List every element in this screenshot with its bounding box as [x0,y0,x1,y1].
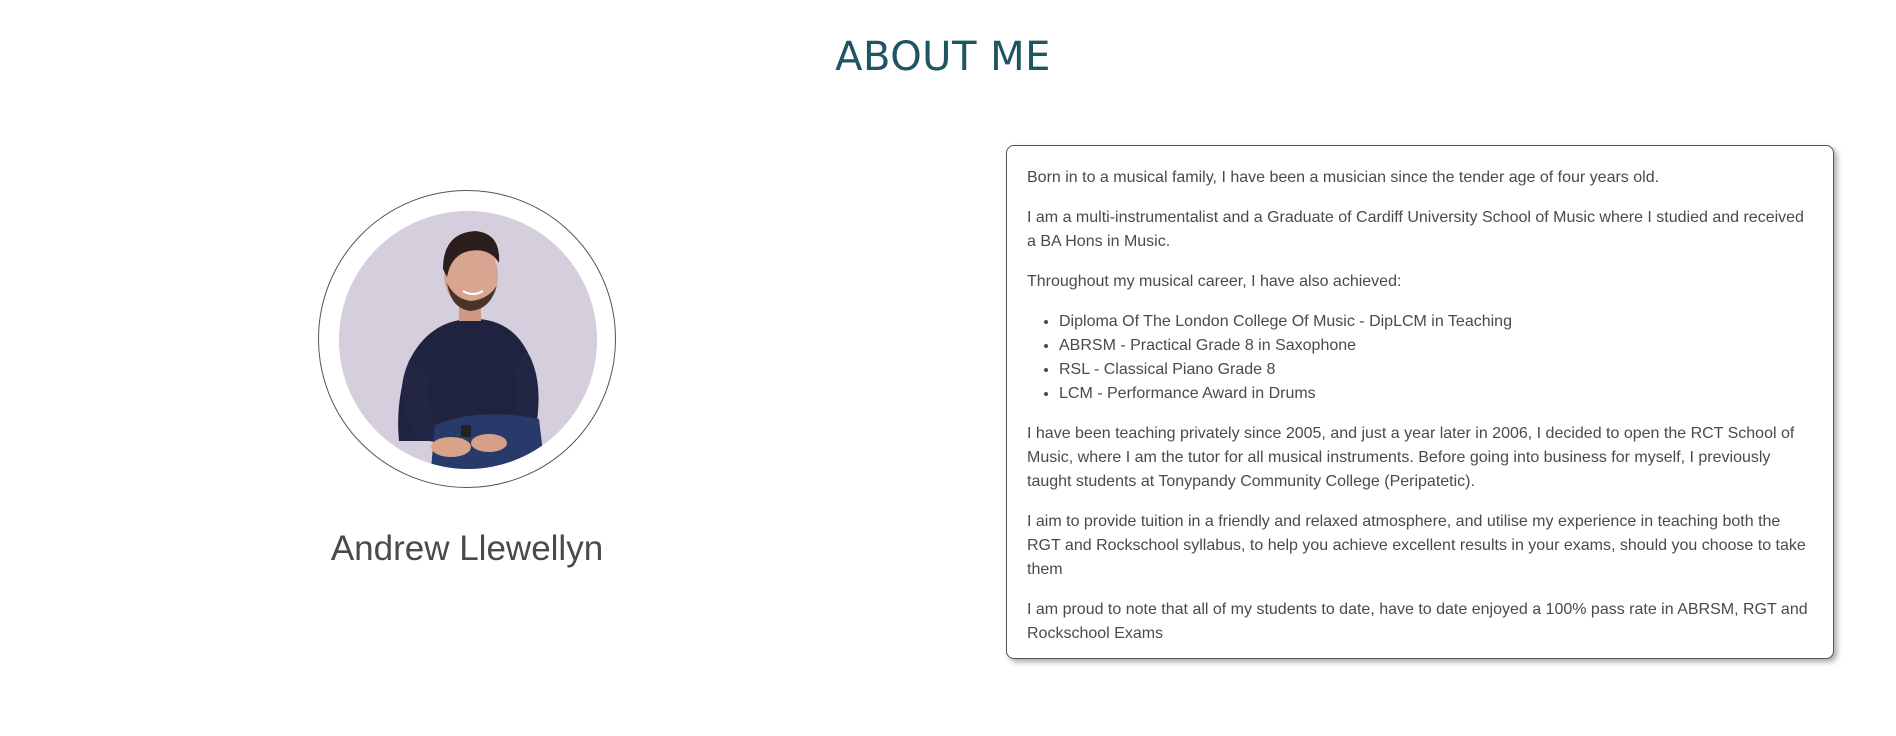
bio-paragraph-5: I aim to provide tuition in a friendly a… [1027,513,1806,578]
bio-paragraph-6: I am proud to note that all of my studen… [1027,601,1808,642]
bio-paragraph-4: I have been teaching privately since 200… [1027,425,1795,490]
profile-section: Andrew Llewellyn [318,190,618,568]
portrait-photo [339,211,597,469]
achievement-item: RSL - Classical Piano Grade 8 [1059,358,1813,382]
bio-card: Born in to a musical family, I have been… [1006,145,1834,659]
achievement-item: LCM - Performance Award in Drums [1059,382,1813,406]
bio-paragraph-3: Throughout my musical career, I have als… [1027,273,1402,290]
avatar-ring [318,190,616,488]
achievement-item: Diploma Of The London College Of Music -… [1059,310,1813,334]
avatar [339,211,597,469]
page-title: ABOUT ME [835,34,1051,80]
achievement-item: ABRSM - Practical Grade 8 in Saxophone [1059,334,1813,358]
profile-name: Andrew Llewellyn [330,529,604,568]
bio-paragraph-2: I am a multi-instrumentalist and a Gradu… [1027,209,1804,250]
bio-paragraph-1: Born in to a musical family, I have been… [1027,169,1660,186]
achievements-list: Diploma Of The London College Of Music -… [1027,310,1813,406]
